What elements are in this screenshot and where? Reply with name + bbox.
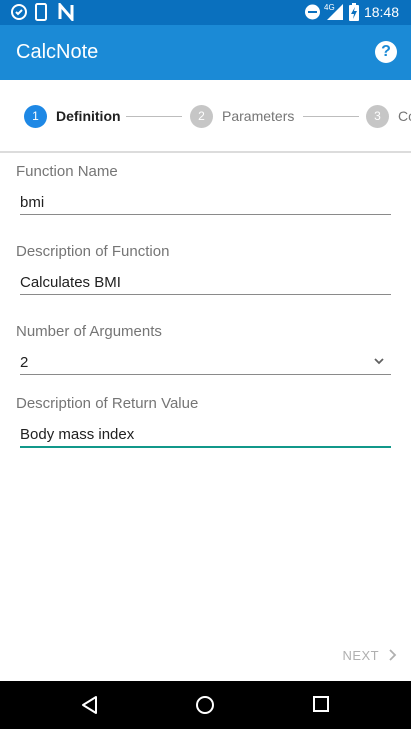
chevron-down-icon (374, 358, 384, 365)
step-label: Definition (56, 108, 121, 124)
step-connector (303, 116, 359, 117)
description-input[interactable]: Calculates BMI (20, 274, 121, 291)
status-time: 18:48 (363, 4, 399, 20)
next-label: NEXT (342, 648, 379, 663)
num-args-value: 2 (20, 354, 29, 371)
status-bar: 4G 18:48 (0, 0, 411, 25)
step-number-badge: 2 (190, 105, 213, 128)
stepper-divider (0, 151, 411, 153)
step-label: Co (398, 108, 411, 124)
battery-charging-icon (349, 3, 359, 21)
signal-icon (327, 4, 343, 20)
step-number-badge: 3 (366, 105, 389, 128)
return-desc-input[interactable]: Body mass index (20, 426, 134, 443)
help-circle-icon: ? (381, 43, 391, 60)
next-button[interactable]: NEXT (342, 648, 397, 663)
num-args-underline (20, 374, 391, 375)
app-bar: CalcNote ? (0, 25, 411, 80)
num-args-label: Number of Arguments (16, 323, 162, 340)
step-label: Parameters (222, 108, 295, 124)
function-name-underline (20, 214, 391, 215)
chevron-right-icon (389, 649, 397, 661)
description-label: Description of Function (16, 243, 170, 260)
n-icon (58, 3, 74, 21)
step-connector (126, 116, 182, 117)
description-underline (20, 294, 391, 295)
help-button[interactable]: ? (375, 41, 397, 63)
step-number-badge: 1 (24, 105, 47, 128)
function-name-label: Function Name (16, 163, 118, 180)
return-desc-label: Description of Return Value (16, 395, 199, 412)
stepper: 1 Definition 2 Parameters 3 Co (0, 80, 411, 152)
phone-icon (35, 3, 47, 21)
app-title: CalcNote (16, 41, 99, 63)
navigation-bar (0, 681, 411, 729)
do-not-disturb-icon (305, 4, 320, 20)
function-name-input[interactable]: bmi (20, 194, 44, 211)
return-desc-underline (20, 446, 391, 448)
home-icon[interactable] (195, 695, 215, 715)
clock-check-icon (11, 4, 27, 20)
back-icon[interactable] (80, 695, 100, 715)
recents-icon[interactable] (312, 695, 330, 713)
